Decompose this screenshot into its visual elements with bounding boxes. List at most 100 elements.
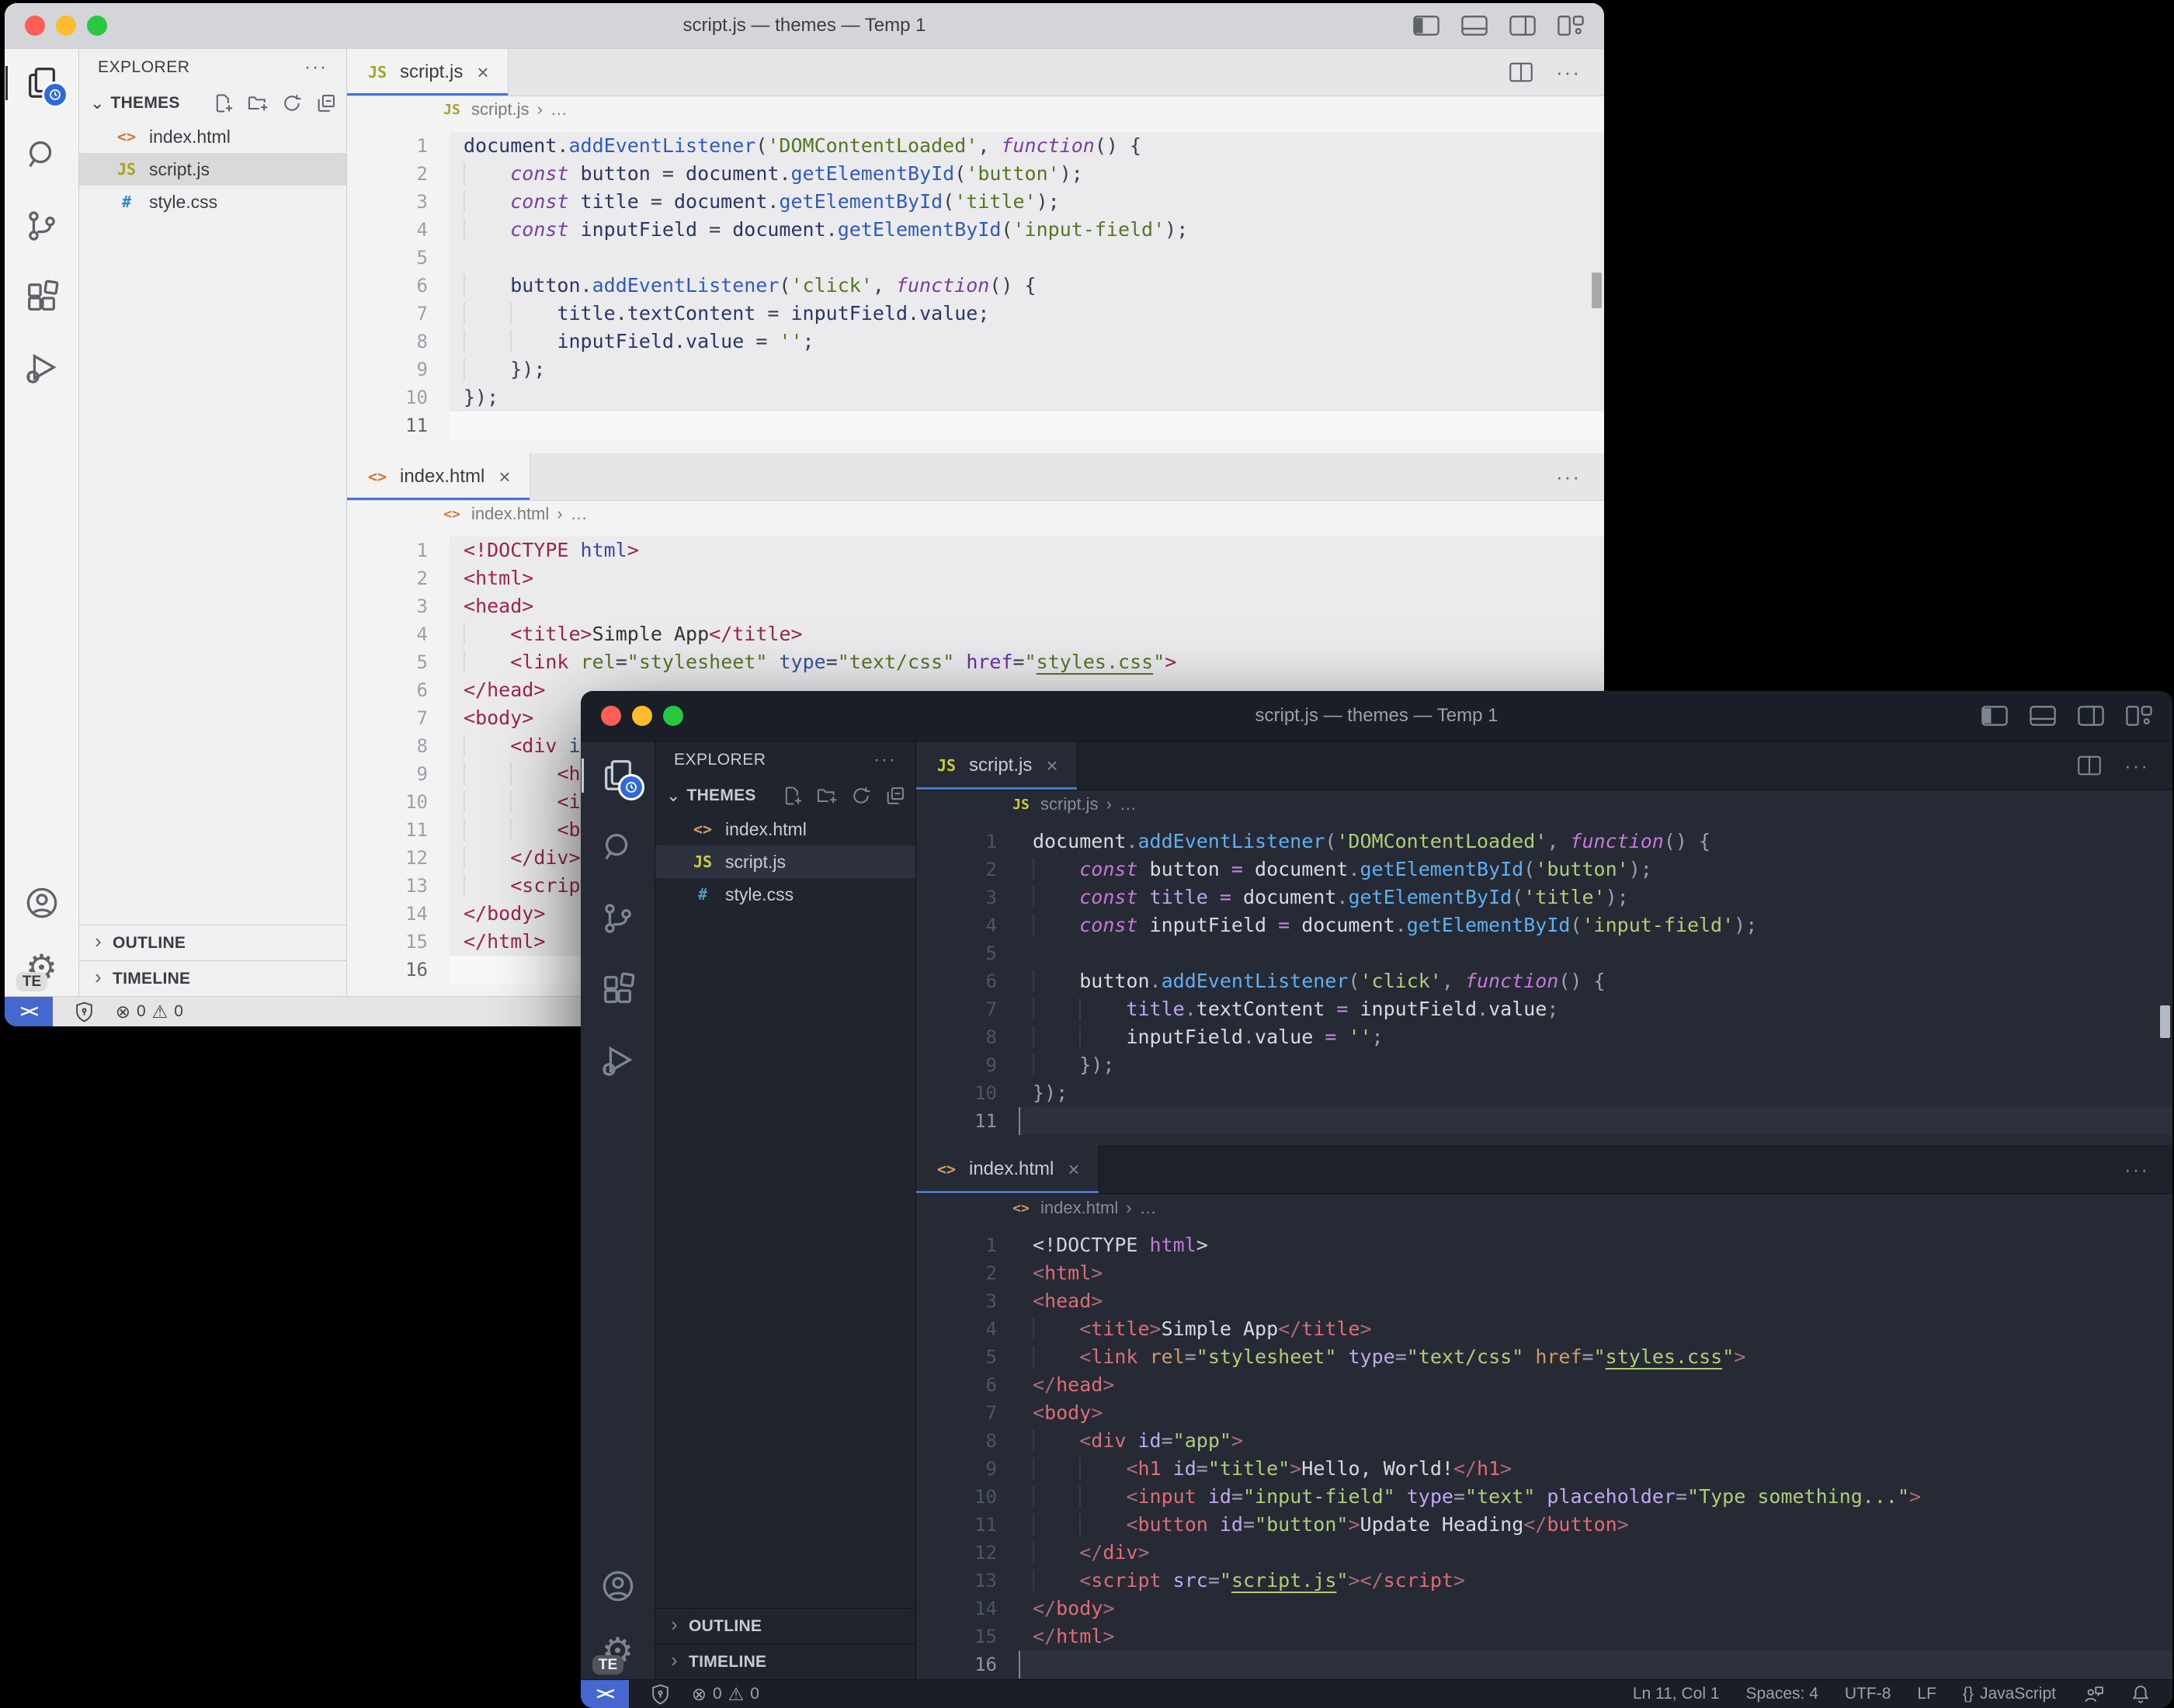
code-line[interactable]: 11 <button id="button">Update Heading</b… [916, 1511, 2172, 1539]
code-line[interactable]: 4 const inputField = document.getElement… [916, 911, 2172, 939]
indentation[interactable]: Spaces: 4 [1746, 1685, 1818, 1703]
split-editor-icon[interactable] [1509, 62, 1533, 82]
toggle-panel-icon[interactable] [2030, 706, 2056, 726]
code-line[interactable]: 7<body> [916, 1399, 2172, 1427]
account-icon[interactable] [22, 883, 62, 923]
tab-script-js[interactable]: JS script.js × [916, 741, 1078, 790]
problems-indicator[interactable]: ⊗ 0 ⚠ 0 [116, 1002, 183, 1022]
settings-gear-icon[interactable]: ⚙ TE [602, 1633, 634, 1668]
titlebar[interactable]: script.js — themes — Temp 1 [5, 3, 1604, 49]
toggle-secondary-sidebar-icon[interactable] [2078, 706, 2104, 726]
split-editor-icon[interactable] [2078, 755, 2101, 776]
code-line[interactable]: 10}); [347, 384, 1604, 411]
minimize-window-button[interactable] [632, 706, 652, 726]
titlebar[interactable]: script.js — themes — Temp 1 [581, 691, 2172, 741]
toggle-panel-icon[interactable] [1461, 16, 1488, 36]
close-window-button[interactable] [25, 16, 45, 36]
source-control-icon[interactable] [22, 206, 62, 246]
collapse-folders-icon[interactable] [884, 785, 906, 807]
explorer-more-icon[interactable]: ··· [304, 57, 328, 78]
breadcrumb[interactable]: JS script.js › … [916, 790, 2172, 818]
refresh-icon[interactable] [281, 92, 303, 114]
file-row-index-html[interactable]: <> index.html [655, 813, 915, 845]
cursor-position[interactable]: Ln 11, Col 1 [1633, 1685, 1720, 1703]
explorer-icon[interactable] [598, 755, 638, 796]
timeline-section[interactable]: › TIMELINE [79, 960, 346, 996]
code-line[interactable]: 3<head> [916, 1287, 2172, 1315]
breadcrumb[interactable]: <> index.html › … [347, 501, 1604, 527]
code-line[interactable]: 9 }); [347, 356, 1604, 384]
file-row-script-js[interactable]: JS script.js [655, 845, 915, 878]
customize-layout-icon[interactable] [1558, 16, 1584, 36]
settings-gear-icon[interactable]: ⚙ TE [26, 949, 57, 985]
code-line[interactable]: 9 <h1 id="title">Hello, World!</h1> [916, 1455, 2172, 1483]
editor-more-icon[interactable]: ··· [1556, 61, 1581, 85]
code-line[interactable]: 3 const title = document.getElementById(… [347, 188, 1604, 216]
code-line[interactable]: 2 const button = document.getElementById… [347, 160, 1604, 188]
code-line[interactable]: 16 [916, 1651, 2172, 1678]
code-line[interactable]: 8 inputField.value = ''; [347, 328, 1604, 356]
new-folder-icon[interactable] [247, 92, 269, 114]
explorer-more-icon[interactable]: ··· [873, 749, 897, 771]
breadcrumb-more[interactable]: … [1120, 794, 1137, 814]
breadcrumb[interactable]: JS script.js › … [347, 96, 1604, 123]
editor-more-icon[interactable]: ··· [2124, 754, 2149, 778]
feedback-icon[interactable] [2082, 1684, 2104, 1704]
timeline-section[interactable]: › TIMELINE [655, 1644, 915, 1679]
code-line[interactable]: 14</body> [916, 1595, 2172, 1623]
file-row-style-css[interactable]: # style.css [655, 878, 915, 911]
run-debug-icon[interactable] [598, 1041, 638, 1081]
code-line[interactable]: 13 <script src="script.js"></script> [916, 1567, 2172, 1595]
breadcrumb-more[interactable]: … [1140, 1198, 1157, 1218]
file-row-script-js[interactable]: JS script.js [79, 153, 346, 186]
close-tab-icon[interactable]: × [1046, 754, 1057, 778]
outline-section[interactable]: › OUTLINE [79, 925, 346, 960]
editor-more-icon[interactable]: ··· [1556, 465, 1581, 489]
breadcrumb-more[interactable]: … [571, 504, 588, 524]
code-line[interactable]: 11 [916, 1107, 2172, 1135]
code-line[interactable]: 6 button.addEventListener('click', funct… [916, 967, 2172, 995]
extensions-icon[interactable] [598, 970, 638, 1010]
outline-section[interactable]: › OUTLINE [655, 1608, 915, 1644]
code-line[interactable]: 6</head> [916, 1371, 2172, 1399]
folder-section-header[interactable]: ⌄ THEMES [655, 779, 915, 813]
code-line[interactable]: 2<html> [347, 564, 1604, 592]
toggle-secondary-sidebar-icon[interactable] [1509, 16, 1536, 36]
extensions-icon[interactable] [22, 277, 62, 318]
notifications-bell-icon[interactable] [2131, 1684, 2151, 1705]
code-line[interactable]: 2 const button = document.getElementById… [916, 856, 2172, 884]
code-editor-script-js[interactable]: 1document.addEventListener('DOMContentLo… [347, 123, 1604, 453]
code-line[interactable]: 3<head> [347, 592, 1604, 620]
breadcrumb-more[interactable]: … [550, 99, 568, 120]
zoom-window-button[interactable] [87, 16, 107, 36]
code-line[interactable]: 7 title.textContent = inputField.value; [916, 995, 2172, 1023]
collapse-folders-icon[interactable] [315, 92, 337, 114]
folder-section-header[interactable]: ⌄ THEMES [79, 86, 346, 120]
code-editor-script-js[interactable]: 1document.addEventListener('DOMContentLo… [916, 818, 2172, 1145]
code-line[interactable]: 7 title.textContent = inputField.value; [347, 300, 1604, 328]
eol[interactable]: LF [1917, 1685, 1936, 1703]
customize-layout-icon[interactable] [2126, 706, 2152, 726]
account-icon[interactable] [598, 1566, 638, 1606]
breadcrumb[interactable]: <> index.html › … [916, 1194, 2172, 1222]
scrollbar-thumb[interactable] [2160, 1005, 2170, 1038]
breadcrumb-file[interactable]: script.js [471, 99, 530, 120]
remote-indicator[interactable]: >< [5, 997, 53, 1026]
code-line[interactable]: 5 [347, 244, 1604, 272]
tab-script-js[interactable]: JS script.js × [347, 49, 509, 95]
run-debug-icon[interactable] [22, 349, 62, 389]
tab-index-html[interactable]: <> index.html × [916, 1145, 1099, 1193]
new-folder-icon[interactable] [816, 785, 838, 807]
zoom-window-button[interactable] [663, 706, 683, 726]
code-line[interactable]: 12 </div> [916, 1539, 2172, 1567]
tab-index-html[interactable]: <> index.html × [347, 453, 530, 500]
language-mode[interactable]: {}JavaScript [1963, 1685, 2056, 1703]
file-row-index-html[interactable]: <> index.html [79, 120, 346, 153]
code-line[interactable]: 1document.addEventListener('DOMContentLo… [347, 132, 1604, 160]
code-line[interactable]: 11 [347, 411, 1604, 439]
code-line[interactable]: 4 const inputField = document.getElement… [347, 216, 1604, 244]
code-line[interactable]: 15</html> [916, 1623, 2172, 1651]
close-tab-icon[interactable]: × [1068, 1158, 1079, 1182]
close-tab-icon[interactable]: × [498, 465, 510, 489]
code-line[interactable]: 9 }); [916, 1051, 2172, 1079]
